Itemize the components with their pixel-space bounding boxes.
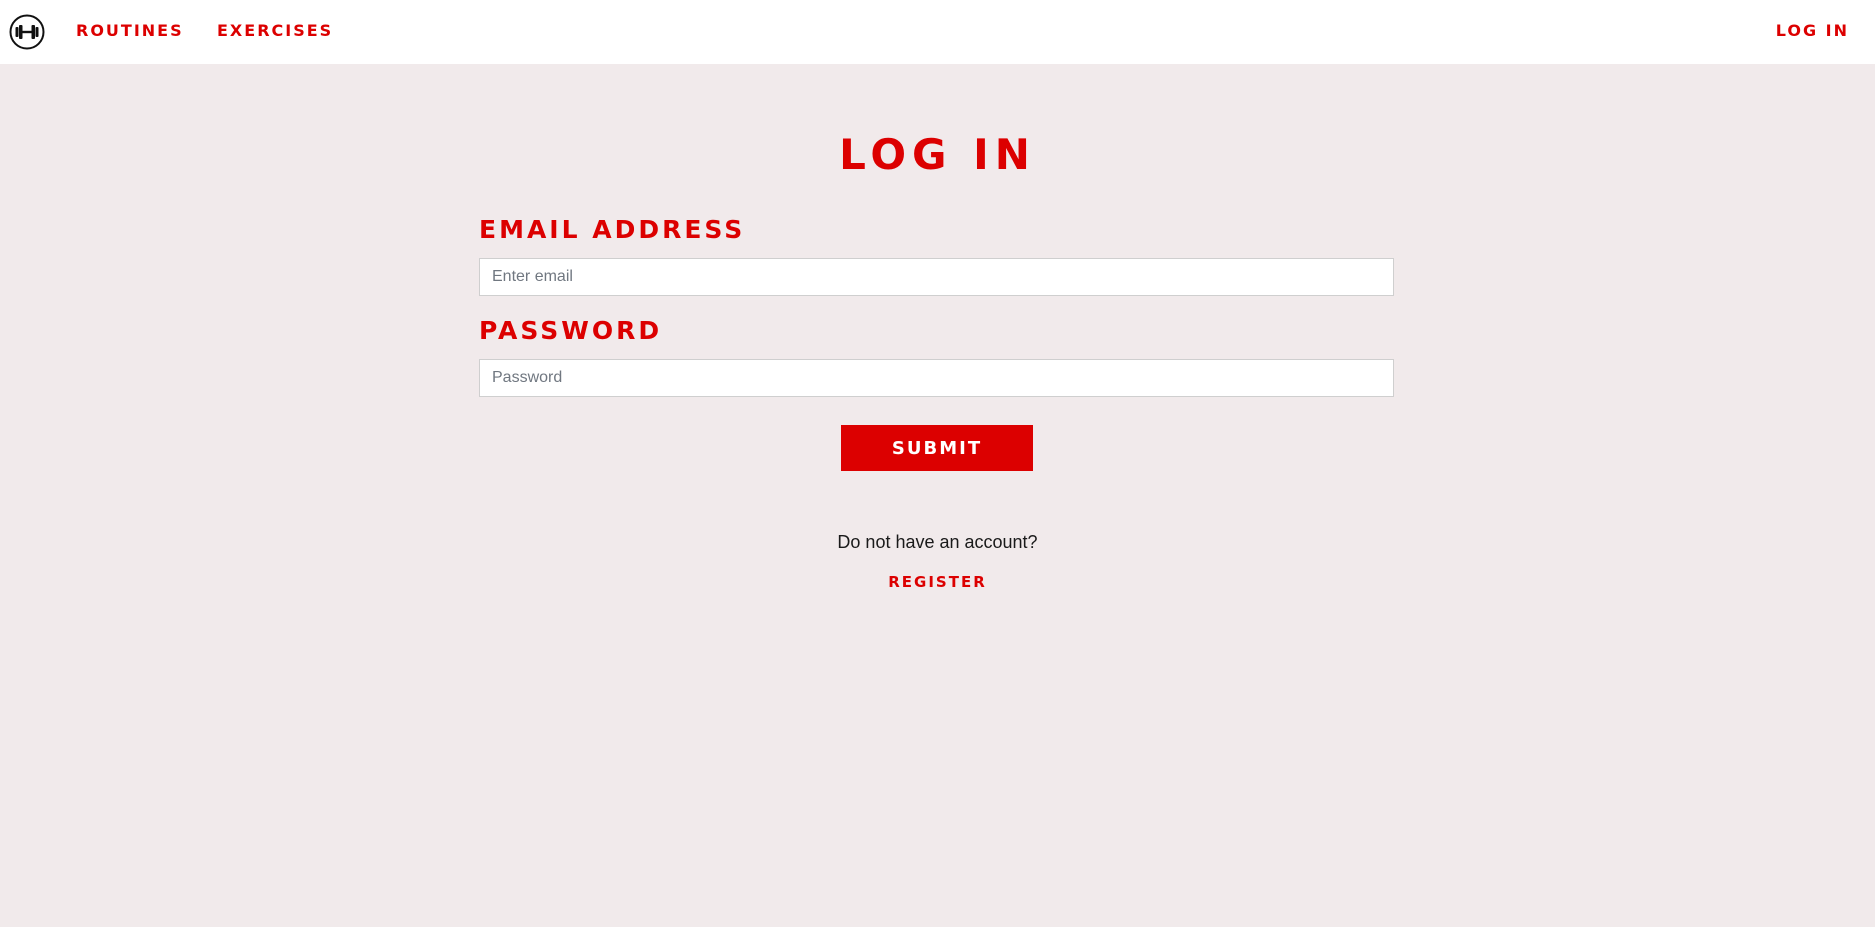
nav-routines-link[interactable]: ROUTINES xyxy=(76,21,184,41)
page-title: LOG IN xyxy=(839,130,1036,179)
submit-button[interactable]: SUBMIT xyxy=(841,425,1033,471)
nav-login-link[interactable]: LOG IN xyxy=(1776,21,1849,41)
dumbbell-icon[interactable] xyxy=(9,14,45,50)
navbar: ROUTINES EXERCISES LOG IN xyxy=(0,0,1875,64)
nav-exercises-link[interactable]: EXERCISES xyxy=(217,21,333,41)
register-link[interactable]: REGISTER xyxy=(888,573,987,591)
password-field[interactable] xyxy=(479,359,1394,397)
no-account-text: Do not have an account? xyxy=(837,532,1038,552)
email-field[interactable] xyxy=(479,258,1394,296)
password-label: PASSWORD xyxy=(479,316,663,345)
register-link-row: REGISTER xyxy=(0,573,1875,591)
email-label: EMAIL ADDRESS xyxy=(479,215,746,244)
